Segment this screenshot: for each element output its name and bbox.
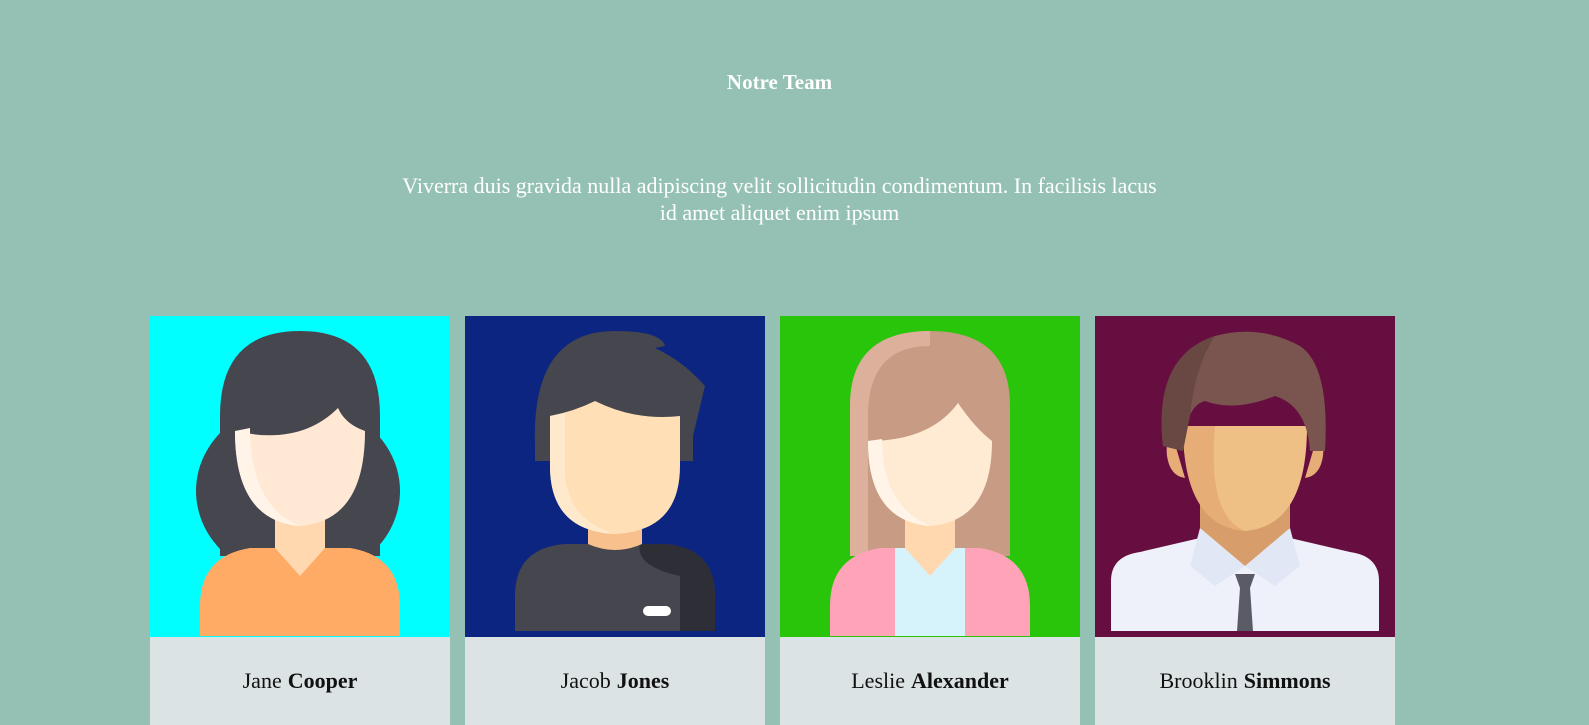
woman-dark-hair-avatar [150,316,450,637]
portrait [465,316,765,637]
last-name: Alexander [911,668,1009,693]
man-tie-avatar [1095,316,1395,637]
team-card-jane-cooper[interactable]: Jane Cooper [150,316,450,725]
portrait [780,316,1080,637]
last-name: Cooper [287,668,358,693]
team-card-jacob-jones[interactable]: Jacob Jones [465,316,765,725]
first-name: Jacob [560,668,611,693]
woman-blonde-hair-avatar [780,316,1080,637]
team-cards: Jane Cooper Jacob Jones Leslie Alexander… [150,316,1395,725]
last-name: Simmons [1243,668,1331,693]
member-name: Leslie Alexander [780,637,1080,725]
portrait [1095,316,1395,637]
first-name: Leslie [851,668,905,693]
first-name: Jane [242,668,282,693]
page-title: Notre Team [726,70,833,94]
man-dark-hair-avatar [465,316,765,637]
member-name: Brooklin Simmons [1095,637,1395,725]
member-name: Jacob Jones [465,637,765,725]
team-card-brooklin-simmons[interactable]: Brooklin Simmons [1095,316,1395,725]
last-name: Jones [616,668,670,693]
member-name: Jane Cooper [150,637,450,725]
intro-text: Viverra duis gravida nulla adipiscing ve… [402,173,1157,225]
team-card-leslie-alexander[interactable]: Leslie Alexander [780,316,1080,725]
first-name: Brooklin [1159,668,1238,693]
portrait [150,316,450,637]
